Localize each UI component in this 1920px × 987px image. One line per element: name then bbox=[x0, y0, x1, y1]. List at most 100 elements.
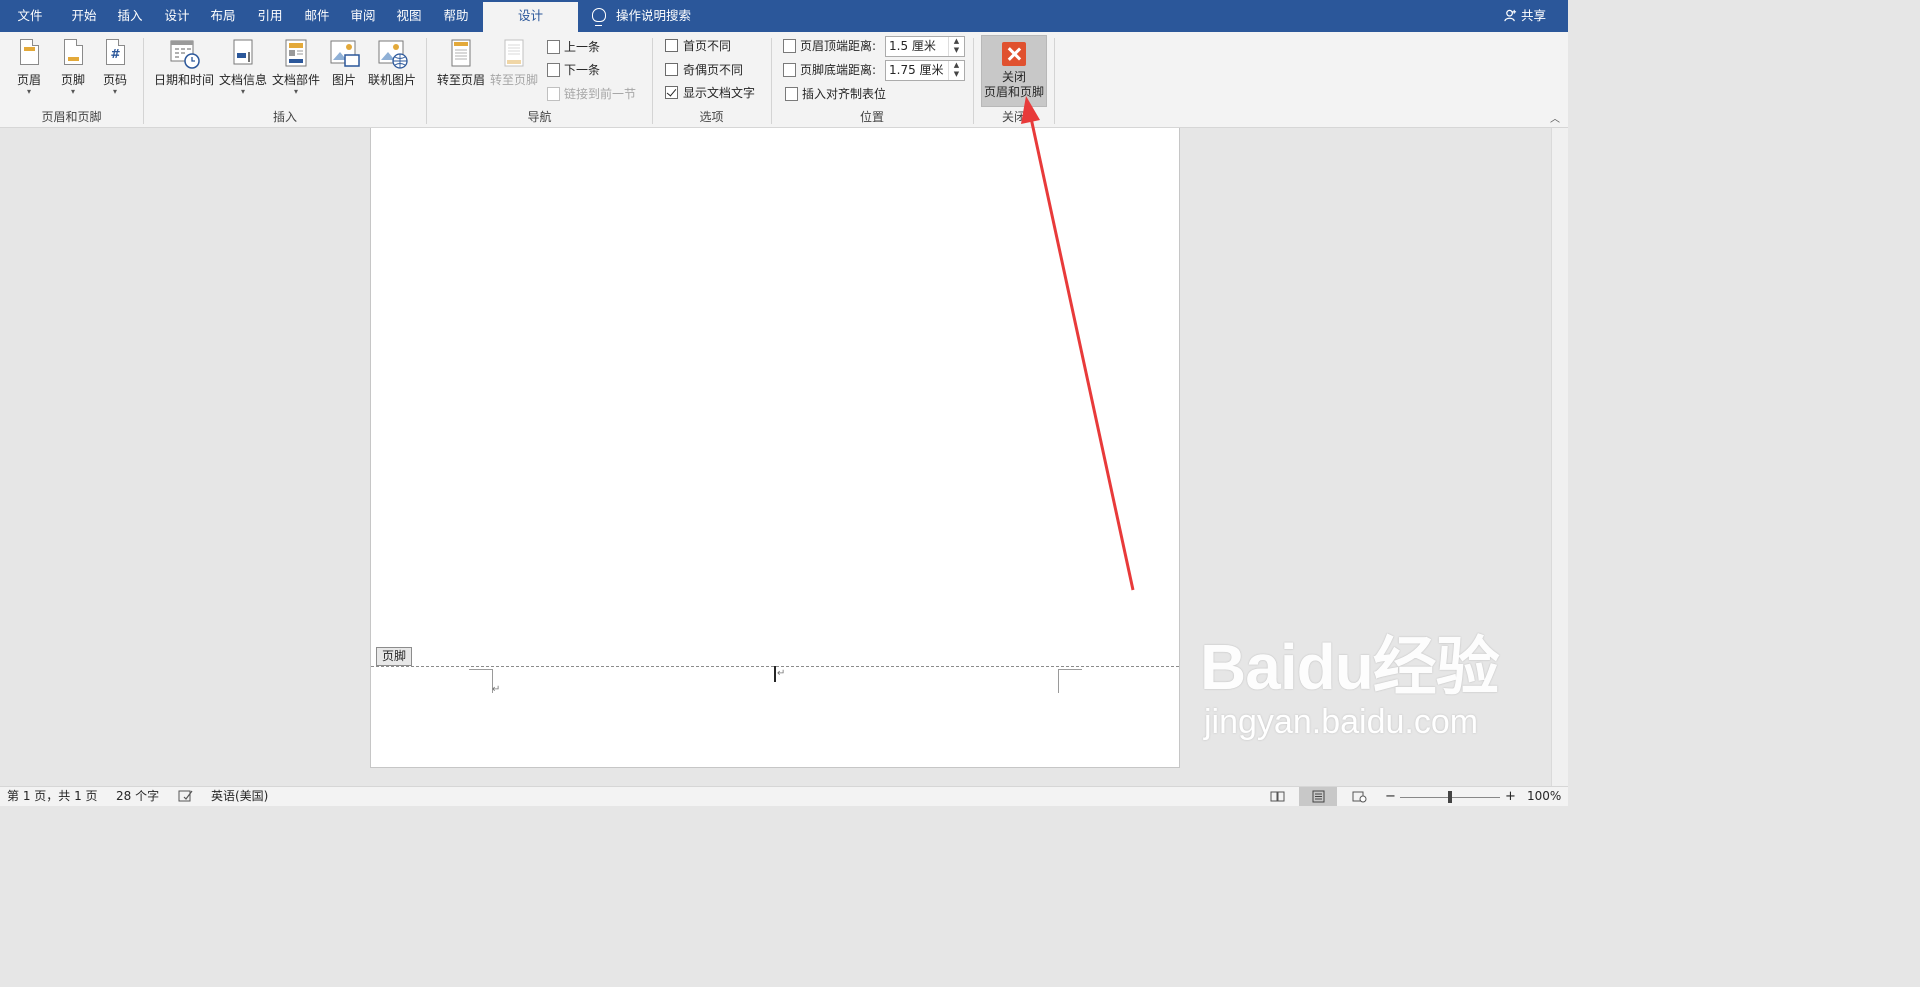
quick-parts-icon bbox=[281, 38, 311, 70]
quick-parts-button[interactable]: 文档部件 ▾ bbox=[270, 38, 322, 96]
checkbox-icon bbox=[665, 63, 678, 76]
footer-bottom-value: 1.75 厘米 bbox=[889, 63, 944, 77]
footer-bottom-distance-label-row: 页脚底端距离: bbox=[783, 61, 876, 79]
doc-info-icon bbox=[228, 38, 258, 70]
proofing-icon[interactable] bbox=[178, 790, 193, 803]
zoom-slider-thumb[interactable] bbox=[1448, 791, 1452, 803]
page-number-icon: # bbox=[100, 38, 130, 70]
insert-alignment-tab-button[interactable]: 插入对齐制表位 bbox=[785, 85, 886, 103]
footer-position-icon bbox=[783, 63, 796, 77]
tab-design[interactable]: 设计 bbox=[155, 0, 199, 32]
checkmark-icon bbox=[665, 86, 678, 99]
tab-view[interactable]: 视图 bbox=[387, 0, 431, 32]
different-first-page-checkbox[interactable]: 首页不同 bbox=[665, 37, 731, 55]
link-previous-label: 链接到前一节 bbox=[564, 87, 637, 101]
paragraph-mark: ↵ bbox=[777, 668, 786, 679]
print-layout-view-button[interactable] bbox=[1299, 787, 1337, 806]
footer-button[interactable]: 页脚 ▾ bbox=[54, 38, 92, 96]
tab-file[interactable]: 文件 bbox=[8, 0, 52, 32]
checkbox-icon bbox=[665, 39, 678, 52]
next-button[interactable]: 下一条 bbox=[547, 61, 600, 79]
watermark: Baidu经验 jingyan.baidu.com bbox=[1200, 631, 1500, 742]
footer-bottom-distance-input[interactable]: 1.75 厘米 ▲ ▼ bbox=[885, 60, 965, 81]
chevron-down-icon: ▾ bbox=[240, 87, 245, 96]
zoom-out-button[interactable]: − bbox=[1385, 787, 1396, 807]
previous-button[interactable]: 上一条 bbox=[547, 38, 600, 56]
document-page[interactable]: 页脚 ↵ ↵ bbox=[370, 128, 1180, 768]
status-bar: 第 1 页，共 1 页 28 个字 英语(美国) − + 100% bbox=[0, 786, 1568, 806]
header-icon bbox=[14, 38, 44, 70]
header-top-value: 1.5 厘米 bbox=[889, 39, 936, 53]
print-layout-icon bbox=[1312, 790, 1325, 803]
page-count-status[interactable]: 第 1 页，共 1 页 bbox=[7, 787, 98, 807]
show-doc-text-label: 显示文档文字 bbox=[683, 86, 756, 100]
tab-mailings[interactable]: 邮件 bbox=[295, 0, 339, 32]
tab-layout[interactable]: 布局 bbox=[201, 0, 245, 32]
margin-corner-right bbox=[1058, 669, 1082, 693]
header-position-icon bbox=[783, 39, 796, 53]
next-section-icon bbox=[547, 63, 560, 77]
online-pictures-button[interactable]: 联机图片 bbox=[366, 38, 418, 88]
share-button[interactable]: 共享 bbox=[1504, 0, 1546, 32]
group-options: 首页不同 奇偶页不同 显示文档文字 选项 bbox=[653, 32, 770, 128]
pictures-button[interactable]: 图片 bbox=[326, 38, 362, 88]
date-time-label: 日期和时间 bbox=[153, 73, 214, 87]
group-insert: 日期和时间 文档信息 ▾ 文档部件 ▾ 图片 联机图片 插入 bbox=[144, 32, 426, 128]
different-first-label: 首页不同 bbox=[683, 39, 732, 53]
previous-section-icon bbox=[547, 40, 560, 54]
margin-corner-left bbox=[469, 669, 493, 693]
tab-home[interactable]: 开始 bbox=[62, 0, 106, 32]
zoom-in-button[interactable]: + bbox=[1505, 787, 1516, 807]
quick-parts-label: 文档部件 bbox=[271, 73, 320, 87]
tell-me-search[interactable]: 操作说明搜索 bbox=[592, 0, 691, 32]
previous-label: 上一条 bbox=[564, 40, 601, 54]
header-label: 页眉 bbox=[16, 73, 41, 87]
tab-header-footer-design[interactable]: 设计 bbox=[483, 2, 578, 32]
paragraph-mark: ↵ bbox=[492, 684, 501, 695]
spinner-arrows-icon[interactable]: ▲ ▼ bbox=[948, 37, 964, 56]
group-label-close: 关闭 bbox=[1001, 110, 1026, 124]
link-icon bbox=[547, 87, 560, 101]
web-layout-icon[interactable] bbox=[1352, 790, 1367, 803]
vertical-scrollbar[interactable] bbox=[1551, 128, 1568, 786]
language-status[interactable]: 英语(美国) bbox=[211, 787, 268, 807]
ribbon: 页眉 ▾ 页脚 ▾ # 页码 ▾ 页眉和页脚 日期和时间 文档信息 ▾ 文档部件… bbox=[0, 32, 1568, 128]
link-previous-button[interactable]: 链接到前一节 bbox=[547, 85, 636, 103]
header-top-distance-input[interactable]: 1.5 厘米 ▲ ▼ bbox=[885, 36, 965, 57]
spinner-arrows-icon[interactable]: ▲ ▼ bbox=[948, 61, 964, 80]
tab-insert[interactable]: 插入 bbox=[108, 0, 152, 32]
header-button[interactable]: 页眉 ▾ bbox=[10, 38, 48, 96]
read-mode-icon[interactable] bbox=[1270, 790, 1285, 803]
goto-footer-icon bbox=[499, 38, 529, 70]
zoom-level[interactable]: 100% bbox=[1527, 787, 1561, 807]
picture-icon bbox=[329, 38, 360, 70]
page-number-label: 页码 bbox=[102, 73, 127, 87]
goto-header-button[interactable]: 转至页眉 bbox=[435, 38, 487, 88]
date-time-button[interactable]: 日期和时间 bbox=[152, 38, 216, 88]
different-odd-even-checkbox[interactable]: 奇偶页不同 bbox=[665, 61, 743, 79]
watermark-url: jingyan.baidu.com bbox=[1204, 703, 1479, 741]
tab-review[interactable]: 审阅 bbox=[341, 0, 385, 32]
share-label: 共享 bbox=[1520, 8, 1546, 23]
online-pictures-label: 联机图片 bbox=[367, 73, 416, 87]
doc-info-button[interactable]: 文档信息 ▾ bbox=[218, 38, 268, 96]
lightbulb-icon bbox=[592, 8, 606, 26]
header-top-label: 页眉顶端距离: bbox=[800, 39, 877, 53]
group-label-insert: 插入 bbox=[272, 110, 297, 124]
tab-references[interactable]: 引用 bbox=[248, 0, 292, 32]
tab-help[interactable]: 帮助 bbox=[434, 0, 478, 32]
page-number-button[interactable]: # 页码 ▾ bbox=[96, 38, 134, 96]
person-icon bbox=[1504, 9, 1517, 22]
goto-header-icon bbox=[446, 38, 476, 70]
watermark-logo: Baidu经验 bbox=[1200, 631, 1500, 703]
word-count-status[interactable]: 28 个字 bbox=[116, 787, 159, 807]
collapse-ribbon-icon[interactable]: ︿ bbox=[1550, 115, 1560, 125]
calendar-clock-icon bbox=[169, 38, 200, 70]
chevron-down-icon: ▾ bbox=[112, 87, 117, 96]
goto-footer-button[interactable]: 转至页脚 bbox=[488, 38, 540, 88]
footer-bottom-label: 页脚底端距离: bbox=[800, 63, 877, 77]
group-navigation: 转至页眉 转至页脚 上一条 下一条 链接到前一节 导航 bbox=[427, 32, 652, 128]
chevron-down-icon: ▾ bbox=[293, 87, 298, 96]
show-document-text-checkbox[interactable]: 显示文档文字 bbox=[665, 84, 755, 102]
group-label-navigation: 导航 bbox=[527, 110, 552, 124]
